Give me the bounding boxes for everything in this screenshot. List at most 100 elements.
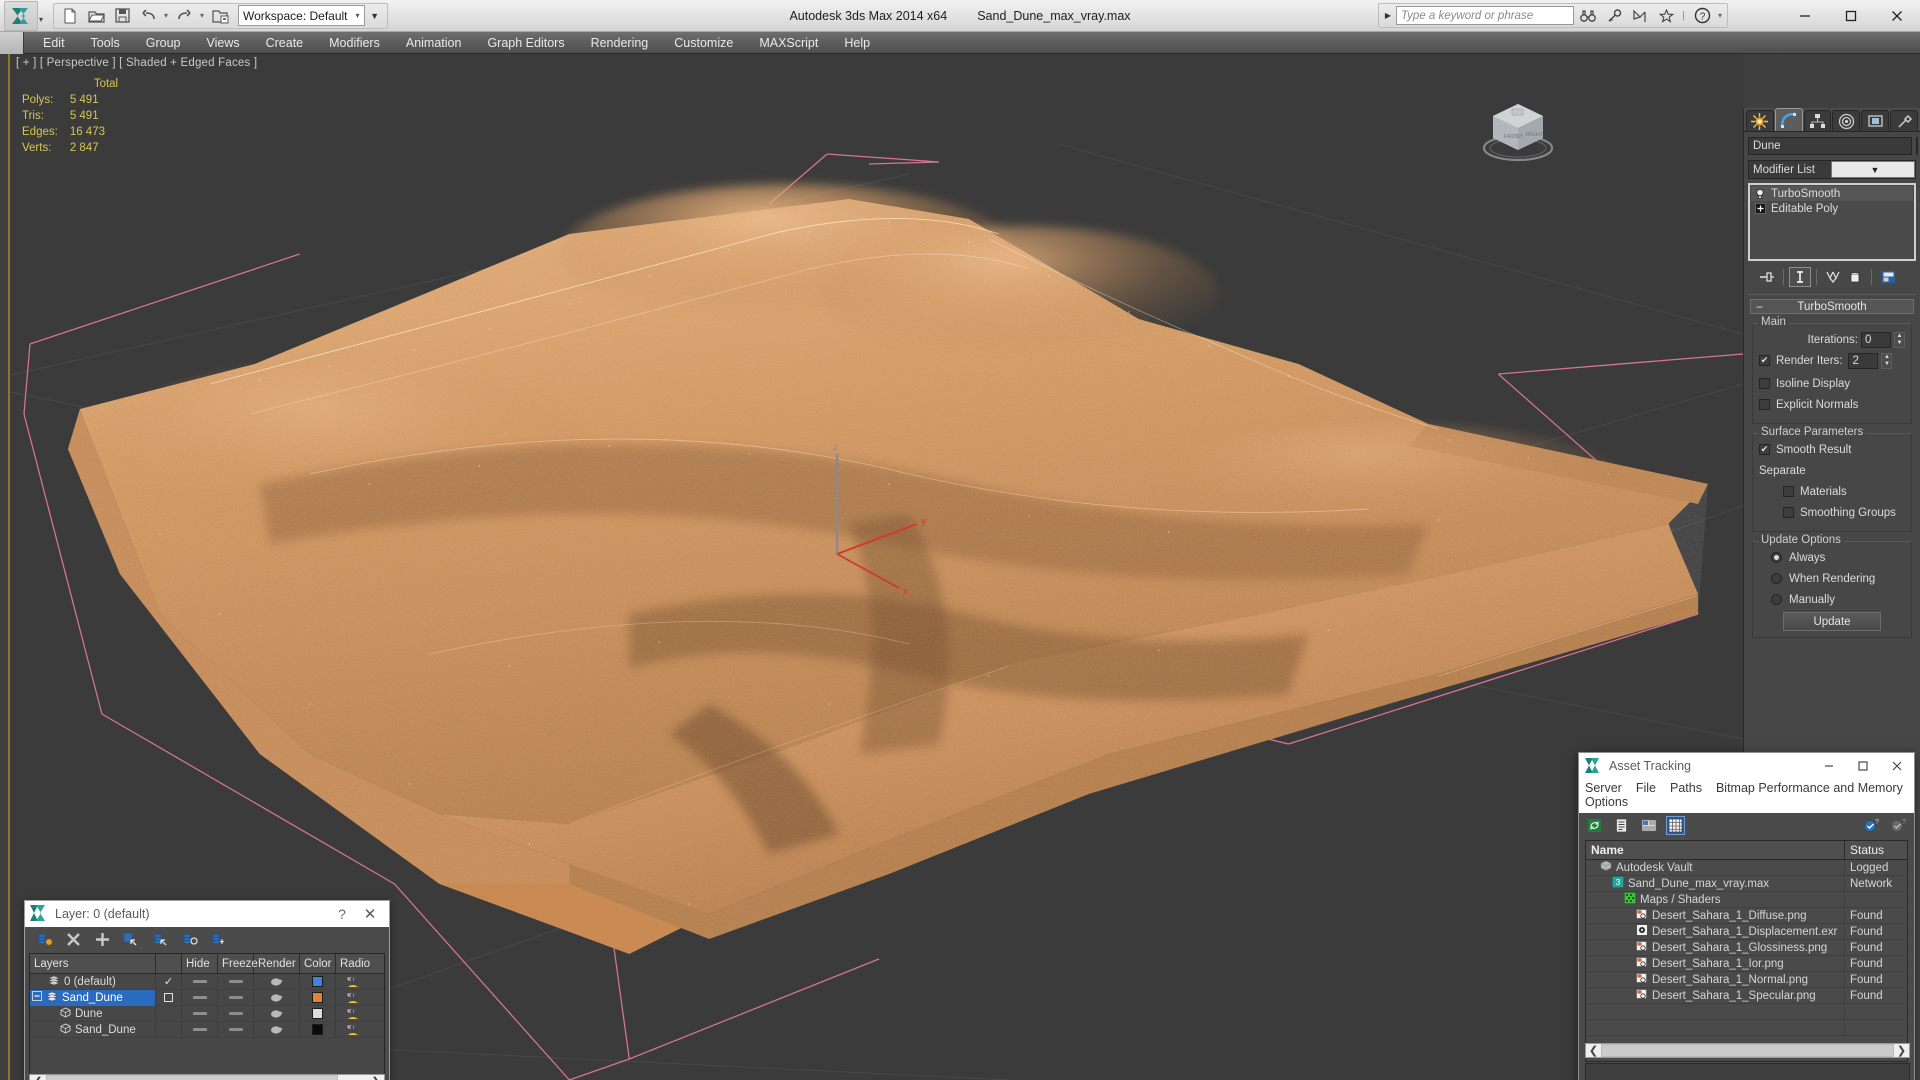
- radiosity-cell[interactable]: t: [336, 974, 376, 990]
- asset-table[interactable]: Name Status Autodesk Vault Logged 3 Sand…: [1585, 840, 1908, 1062]
- manually-radio[interactable]: [1771, 594, 1782, 605]
- layer-color-swatch[interactable]: [300, 1005, 336, 1022]
- menu-item-maxscript[interactable]: MAXScript: [746, 34, 831, 52]
- menu-item-rendering[interactable]: Rendering: [578, 34, 662, 52]
- pin-stack-icon[interactable]: [1756, 267, 1778, 287]
- delete-layer-icon[interactable]: [62, 929, 84, 949]
- always-radio[interactable]: [1771, 552, 1782, 563]
- table-row-empty[interactable]: [1586, 1019, 1907, 1036]
- hide-toggle[interactable]: [182, 1021, 218, 1038]
- help-dropdown-caret-icon[interactable]: ▾: [1716, 11, 1724, 20]
- column-current[interactable]: [156, 954, 182, 973]
- menu-item-graph-editors[interactable]: Graph Editors: [474, 34, 577, 52]
- binoculars-icon[interactable]: [1576, 5, 1600, 27]
- redo-icon[interactable]: [172, 5, 196, 27]
- render-iters-input[interactable]: 2: [1848, 352, 1879, 369]
- select-layer-objects-icon[interactable]: [120, 929, 142, 949]
- layer-color-swatch[interactable]: [300, 1021, 336, 1038]
- open-file-icon[interactable]: [84, 5, 108, 27]
- refresh-icon[interactable]: [1585, 816, 1604, 835]
- view-cube[interactable]: FRONT RIGHT: [1473, 96, 1563, 176]
- smoothing-groups-checkbox[interactable]: [1783, 507, 1794, 518]
- radiosity-cell[interactable]: t: [336, 1006, 376, 1022]
- scroll-thumb[interactable]: [1601, 1044, 1894, 1057]
- table-row[interactable]: Desert_Sahara_1_Specular.png Found: [1586, 987, 1907, 1004]
- close-button[interactable]: [1880, 753, 1914, 779]
- when-rendering-radio[interactable]: [1771, 573, 1782, 584]
- scroll-thumb[interactable]: [46, 1075, 338, 1080]
- configure-modifier-sets-icon[interactable]: [1877, 267, 1899, 287]
- object-name-input[interactable]: [1748, 137, 1912, 155]
- save-file-icon[interactable]: [110, 5, 134, 27]
- isoline-display-checkbox[interactable]: [1759, 378, 1770, 389]
- menu-item-options[interactable]: Options: [1585, 795, 1908, 809]
- minimize-button[interactable]: [1782, 0, 1828, 32]
- set-project-folder-icon[interactable]: [208, 5, 232, 27]
- current-layer-check[interactable]: [156, 1021, 182, 1038]
- menu-item-animation[interactable]: Animation: [393, 34, 475, 52]
- make-unique-icon[interactable]: [1822, 267, 1844, 287]
- create-tab[interactable]: [1746, 110, 1774, 131]
- star-icon[interactable]: [1654, 5, 1678, 27]
- search-expand-icon[interactable]: ▶: [1382, 11, 1394, 20]
- table-row[interactable]: Sand_Dune t: [30, 989, 384, 1006]
- column-radiosity[interactable]: Radio: [336, 954, 376, 973]
- explicit-normals-checkbox[interactable]: [1759, 399, 1770, 410]
- column-status[interactable]: Status: [1845, 841, 1907, 859]
- current-layer-check[interactable]: [156, 989, 182, 1006]
- menu-item-paths[interactable]: Paths: [1670, 781, 1702, 795]
- table-row[interactable]: Desert_Sahara_1_Diffuse.png Found: [1586, 907, 1907, 924]
- grid-view-icon[interactable]: [1666, 816, 1685, 835]
- table-row[interactable]: 3 Sand_Dune_max_vray.max Network: [1586, 875, 1907, 892]
- maximize-button[interactable]: [1846, 753, 1880, 779]
- menu-item-modifiers[interactable]: Modifiers: [316, 34, 393, 52]
- close-button[interactable]: ✕: [355, 905, 385, 923]
- table-row[interactable]: Desert_Sahara_1_Glossiness.png Found: [1586, 939, 1907, 956]
- modifier-stack-item-editable-poly[interactable]: Editable Poly: [1751, 201, 1913, 216]
- layer-color-swatch[interactable]: [300, 973, 336, 990]
- iterations-stepper[interactable]: ▲ ▼: [1894, 331, 1905, 348]
- hide-toggle[interactable]: [182, 973, 218, 990]
- column-name[interactable]: Name: [1586, 841, 1845, 859]
- menu-item-help[interactable]: Help: [831, 34, 883, 52]
- create-new-layer-icon[interactable]: [33, 929, 55, 949]
- undo-icon[interactable]: [136, 5, 160, 27]
- key-icon[interactable]: [1602, 5, 1626, 27]
- select-highlighted-objects-icon[interactable]: [149, 929, 171, 949]
- remove-modifier-icon[interactable]: [1844, 267, 1866, 287]
- help-icon[interactable]: ?: [1690, 5, 1714, 27]
- asset-horizontal-scrollbar[interactable]: ❮ ❯: [1585, 1043, 1910, 1058]
- satellite-icon[interactable]: [1628, 5, 1652, 27]
- radiosity-cell[interactable]: t: [336, 990, 376, 1006]
- menu-item-edit[interactable]: Edit: [30, 34, 78, 52]
- table-row[interactable]: Sand_Dune t: [30, 1021, 384, 1038]
- current-layer-check[interactable]: ✓: [156, 973, 182, 990]
- table-row[interactable]: Dune t: [30, 1005, 384, 1022]
- column-color[interactable]: Color: [300, 954, 336, 973]
- asset-tracking-window[interactable]: Asset Tracking Server File Paths Bitmap …: [1578, 752, 1915, 1080]
- vault-logout-icon[interactable]: ?: [1889, 816, 1908, 835]
- logo-dropdown-caret-icon[interactable]: ▾: [39, 15, 43, 24]
- column-layers[interactable]: Layers: [30, 954, 156, 973]
- column-freeze[interactable]: Freeze: [218, 954, 258, 973]
- column-render[interactable]: Render: [254, 954, 300, 973]
- iterations-input[interactable]: 0: [1861, 331, 1891, 348]
- current-layer-check[interactable]: [156, 1005, 182, 1022]
- layer-horizontal-scrollbar[interactable]: ❮ ❯: [29, 1074, 385, 1080]
- freeze-toggle[interactable]: [218, 989, 254, 1006]
- freeze-toggle[interactable]: [218, 1021, 254, 1038]
- hide-toggle[interactable]: [182, 989, 218, 1006]
- table-row-empty[interactable]: [1586, 1003, 1907, 1020]
- minimize-button[interactable]: [1812, 753, 1846, 779]
- hide-unselected-icon[interactable]: [207, 929, 229, 949]
- maximize-button[interactable]: [1828, 0, 1874, 32]
- new-file-icon[interactable]: [58, 5, 82, 27]
- column-hide[interactable]: Hide: [182, 954, 218, 973]
- materials-checkbox[interactable]: [1783, 486, 1794, 497]
- detail-view-icon[interactable]: [1639, 816, 1658, 835]
- workspace-caret-icon[interactable]: ▾: [356, 11, 360, 20]
- hide-toggle[interactable]: [182, 1005, 218, 1022]
- layer-color-swatch[interactable]: [300, 989, 336, 1006]
- close-button[interactable]: [1874, 0, 1920, 32]
- radiosity-cell[interactable]: t: [336, 1022, 376, 1038]
